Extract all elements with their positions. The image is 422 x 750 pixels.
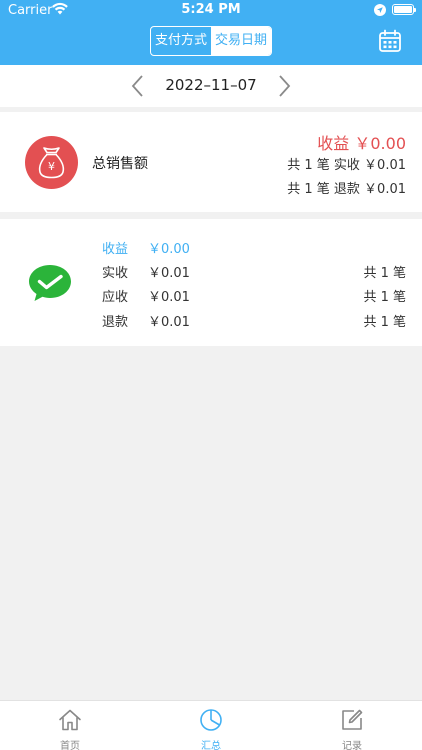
app-header: Carrier 5:24 PM 支付方式 交易日期 <box>0 0 422 65</box>
tab-summary-label: 汇总 <box>201 741 221 750</box>
total-profit: 收益 ￥0.00 <box>317 134 406 153</box>
location-arrow-icon <box>374 4 386 16</box>
received-count: 共 1 笔 <box>363 266 406 281</box>
money-bag-icon: ¥ <box>25 136 78 189</box>
total-refund: 共 1 笔 退款 ￥0.01 <box>287 182 406 197</box>
status-time: 5:24 PM <box>181 2 241 17</box>
tab-summary[interactable]: 汇总 <box>141 701 281 750</box>
total-sales-card: ¥ 总销售额 收益 ￥0.00 共 1 笔 实收 ￥0.01 共 1 笔 退款 … <box>0 112 422 212</box>
pie-chart-icon <box>200 709 222 731</box>
tab-records-label: 记录 <box>342 741 362 750</box>
wechat-pay-icon <box>29 265 71 301</box>
profit-value: ￥0.00 <box>148 242 190 257</box>
received-label: 实收 <box>102 266 129 281</box>
tab-home-label: 首页 <box>60 741 80 750</box>
profit-label: 收益 <box>102 242 129 257</box>
receivable-label: 应收 <box>102 290 129 305</box>
chevron-left-icon[interactable] <box>128 74 148 98</box>
edit-icon <box>342 709 363 730</box>
tab-bar: 首页 汇总 记录 <box>0 700 422 750</box>
tab-records[interactable]: 记录 <box>282 701 422 750</box>
receivable-count: 共 1 笔 <box>363 290 406 305</box>
refund-count: 共 1 笔 <box>363 315 406 330</box>
segment-transaction-date[interactable]: 交易日期 <box>211 27 271 55</box>
tab-home[interactable]: 首页 <box>0 701 140 750</box>
total-received: 共 1 笔 实收 ￥0.01 <box>287 158 406 173</box>
current-date[interactable]: 2022–11–07 <box>150 76 272 94</box>
chevron-right-icon[interactable] <box>274 74 294 98</box>
refund-label: 退款 <box>102 315 129 330</box>
status-bar: Carrier 5:24 PM <box>0 0 422 22</box>
calendar-icon[interactable] <box>378 29 402 53</box>
refund-value: ￥0.01 <box>148 315 190 330</box>
wechat-pay-card: 收益 ￥0.00 实收 ￥0.01 共 1 笔 应收 ￥0.01 共 1 笔 退… <box>0 219 422 346</box>
received-value: ￥0.01 <box>148 266 190 281</box>
segment-payment-method[interactable]: 支付方式 <box>151 27 211 55</box>
battery-icon <box>392 4 416 15</box>
receivable-value: ￥0.01 <box>148 290 190 305</box>
view-mode-segmented-control: 支付方式 交易日期 <box>150 26 272 56</box>
total-sales-label: 总销售额 <box>92 156 148 172</box>
svg-text:¥: ¥ <box>48 160 55 173</box>
home-icon <box>59 709 81 731</box>
date-navigator: 2022–11–07 <box>0 65 422 107</box>
